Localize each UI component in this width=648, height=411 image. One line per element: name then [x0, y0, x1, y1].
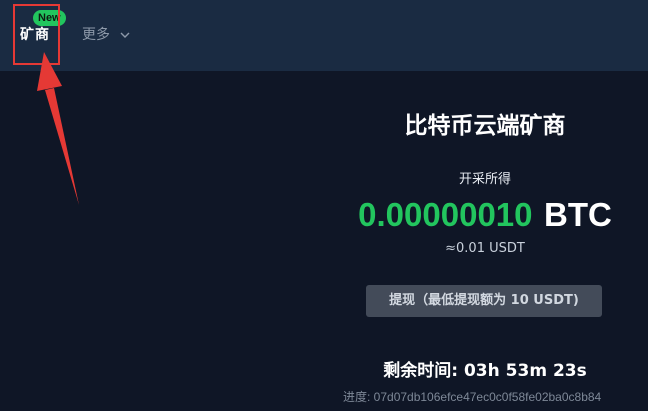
chevron-down-icon: [120, 26, 130, 44]
amount-value: 0.00000010: [358, 196, 533, 233]
countdown-timer: 剩余时间: 03h 53m 23s: [383, 361, 587, 381]
mined-amount: 0.00000010 BTC: [300, 195, 648, 235]
red-arrow-icon: [37, 52, 79, 205]
page-title: 比特币云端矿商: [404, 113, 566, 139]
usdt-equivalent: ≈0.01 USDT: [445, 241, 525, 256]
withdraw-button[interactable]: 提现（最低提现额为 10 USDT): [366, 285, 602, 317]
progress-text: 进度: 07d07db106efce47ec0c0f58fe02ba0c8b84: [343, 390, 602, 404]
amount-unit: BTC: [544, 196, 612, 233]
mined-label: 开采所得: [458, 172, 511, 187]
